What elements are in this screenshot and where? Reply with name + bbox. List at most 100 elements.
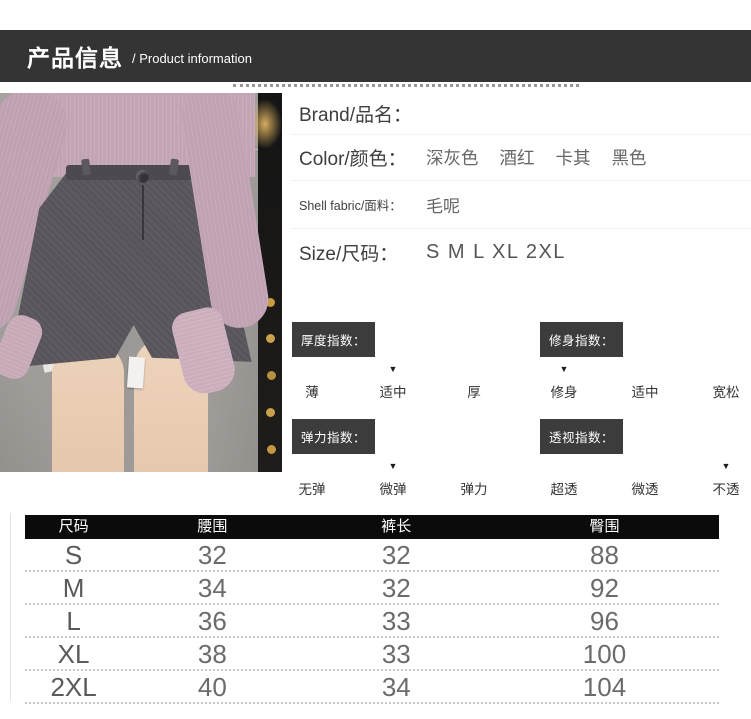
- fit-options: 修身 适中 宽松: [547, 375, 743, 401]
- index-option: 不透: [709, 478, 743, 498]
- color-option: 深灰色: [426, 145, 479, 170]
- arrow-slot: [628, 363, 662, 375]
- size-list: S M L XL 2XL: [426, 241, 566, 264]
- fabric-value: 毛呢: [426, 192, 460, 217]
- cell-hip: 88: [490, 539, 719, 572]
- arrow-slot: [628, 460, 662, 472]
- cell-length: 32: [303, 539, 490, 572]
- size-table: 尺码 腰围 裤长 臀围 S 32 32 88 M 34 32 92 L 36 3…: [25, 515, 719, 704]
- index-option: 适中: [628, 381, 662, 401]
- fit-index-title: 修身指数：: [540, 322, 623, 357]
- index-option: 修身: [547, 381, 581, 401]
- dotted-divider: [233, 84, 579, 87]
- arrow-slot: [547, 460, 581, 472]
- arrow-slot: [457, 460, 491, 472]
- thickness-index-title: 厚度指数：: [292, 322, 375, 357]
- cell-hip: 92: [490, 572, 719, 605]
- index-option: 薄: [295, 381, 329, 401]
- cell-size: 2XL: [25, 671, 122, 704]
- cell-size: S: [25, 539, 122, 572]
- cell-size: XL: [25, 638, 122, 671]
- index-option: 微弹: [376, 478, 410, 498]
- attribute-row-brand: Brand/品名：: [290, 92, 751, 134]
- column-header-length: 裤长: [303, 515, 490, 539]
- transparency-index-title: 透视指数：: [540, 419, 623, 454]
- product-information-page: 产品信息 / Product information Brand/品名：: [0, 0, 751, 719]
- arrow-slot: [457, 363, 491, 375]
- photo-shorts-button: [136, 170, 149, 183]
- elasticity-arrow-row: ▼: [295, 454, 491, 472]
- index-option: 弹力: [457, 478, 491, 498]
- fabric-label: Shell fabric/面料：: [299, 195, 418, 214]
- cell-hip: 96: [490, 605, 719, 638]
- attribute-row-fabric: Shell fabric/面料： 毛呢: [290, 180, 751, 228]
- elasticity-index-title: 弹力指数：: [292, 419, 375, 454]
- cell-hip: 104: [490, 671, 719, 704]
- transparency-options: 超透 微透 不透: [547, 472, 743, 498]
- column-header-hip: 臀围: [490, 515, 719, 539]
- size-table-header: 尺码 腰围 裤长 臀围: [25, 515, 719, 539]
- product-attributes-panel: Brand/品名： Color/颜色： 深灰色 酒红 卡其 黑色 Shell f…: [290, 92, 751, 275]
- cell-hip: 100: [490, 638, 719, 671]
- brand-label: Brand/品名：: [299, 100, 418, 127]
- index-option: 超透: [547, 478, 581, 498]
- color-label: Color/颜色：: [299, 144, 418, 171]
- color-option: 卡其: [556, 145, 591, 170]
- cell-waist: 38: [122, 638, 302, 671]
- cell-length: 33: [303, 605, 490, 638]
- cell-length: 32: [303, 572, 490, 605]
- table-row: L 36 33 96: [25, 605, 719, 638]
- fabric-option: 毛呢: [426, 192, 460, 217]
- photo-belt-loop: [81, 159, 91, 176]
- table-row: 2XL 40 34 104: [25, 671, 719, 704]
- elasticity-options: 无弹 微弹 弹力: [295, 472, 491, 498]
- attribute-row-size: Size/尺码： S M L XL 2XL: [290, 228, 751, 275]
- cell-waist: 36: [122, 605, 302, 638]
- table-row: M 34 32 92: [25, 572, 719, 605]
- color-option: 酒红: [500, 145, 535, 170]
- index-option: 适中: [376, 381, 410, 401]
- arrow-slot: [295, 460, 329, 472]
- index-option: 微透: [628, 478, 662, 498]
- photo-shorts-fly-seam: [142, 185, 144, 240]
- cell-size: L: [25, 605, 122, 638]
- selected-arrow-icon: ▼: [709, 460, 743, 472]
- cell-waist: 32: [122, 539, 302, 572]
- attribute-row-color: Color/颜色： 深灰色 酒红 卡其 黑色: [290, 134, 751, 180]
- section-title-zh: 产品信息: [27, 39, 123, 73]
- cell-waist: 34: [122, 572, 302, 605]
- table-row: XL 38 33 100: [25, 638, 719, 671]
- cell-waist: 40: [122, 671, 302, 704]
- arrow-slot: [709, 363, 743, 375]
- transparency-arrow-row: ▼: [547, 454, 743, 472]
- thickness-index-group: 厚度指数： ▼ 薄 适中 厚: [292, 322, 500, 401]
- column-header-size: 尺码: [25, 515, 122, 539]
- index-option: 厚: [457, 381, 491, 401]
- fit-arrow-row: ▼: [547, 357, 743, 375]
- cell-length: 33: [303, 638, 490, 671]
- fit-index-group: 修身指数： ▼ 修身 适中 宽松: [540, 322, 748, 401]
- table-row: S 32 32 88: [25, 539, 719, 572]
- size-label: Size/尺码：: [299, 239, 418, 266]
- section-title-en: / Product information: [132, 51, 252, 66]
- transparency-index-group: 透视指数： ▼ 超透 微透 不透: [540, 419, 748, 498]
- color-values: 深灰色 酒红 卡其 黑色: [426, 145, 647, 170]
- cell-length: 34: [303, 671, 490, 704]
- cell-size: M: [25, 572, 122, 605]
- thickness-arrow-row: ▼: [295, 357, 491, 375]
- photo-hang-tag: [127, 356, 145, 388]
- index-option: 宽松: [709, 381, 743, 401]
- thickness-options: 薄 适中 厚: [295, 375, 491, 401]
- elasticity-index-group: 弹力指数： ▼ 无弹 微弹 弹力: [292, 419, 500, 498]
- selected-arrow-icon: ▼: [376, 363, 410, 375]
- selected-arrow-icon: ▼: [376, 460, 410, 472]
- selected-arrow-icon: ▼: [547, 363, 581, 375]
- index-option: 无弹: [295, 478, 329, 498]
- product-photo: [0, 93, 282, 472]
- arrow-slot: [295, 363, 329, 375]
- size-value: S M L XL 2XL: [426, 241, 566, 264]
- column-header-waist: 腰围: [122, 515, 302, 539]
- color-option: 黑色: [612, 145, 647, 170]
- section-header-bar: 产品信息 / Product information: [0, 30, 751, 82]
- page-left-mark: [10, 513, 11, 701]
